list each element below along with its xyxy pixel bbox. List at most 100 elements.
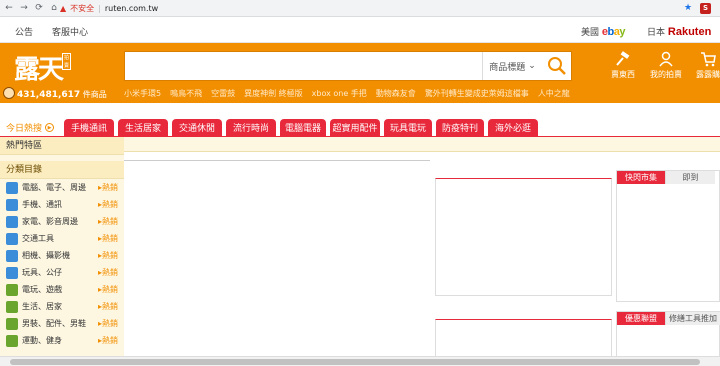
- hot-keyword[interactable]: 異度神劍 終極版: [244, 88, 303, 99]
- category-label: 電腦、電子、周邊: [22, 183, 86, 192]
- hot-keyword[interactable]: 鳴鳥不飛: [170, 88, 202, 99]
- tab-home[interactable]: 生活居家: [118, 119, 168, 136]
- flash-market-panel: [616, 170, 720, 302]
- hot-sale-link[interactable]: ▸熱銷: [98, 216, 118, 227]
- browser-toolbar: ← → ⟳ ⌂ ▲ 不安全 | ruten.com.tw ★ S: [0, 0, 720, 17]
- extension-icon[interactable]: S: [700, 3, 711, 14]
- rakuten-logo: Rakuten: [667, 26, 712, 38]
- hot-keyword[interactable]: 人中之龍: [538, 88, 570, 99]
- scrollbar-thumb[interactable]: [10, 359, 700, 365]
- hot-sale-label: 熱銷: [102, 302, 119, 311]
- category-sidebar: 熱門特區 分類目錄 電腦、電子、周邊 ▸熱銷 手機、通訊 ▸熱銷 家電、影音周邊 ▸熱銷交…: [0, 137, 124, 357]
- sidebar-category-item[interactable]: 家電、影音周邊 ▸熱銷: [0, 213, 124, 230]
- hot-sale-label: 熱銷: [102, 268, 119, 277]
- category-list: 電腦、電子、周邊 ▸熱銷 手機、通訊 ▸熱銷 家電、影音周邊 ▸熱銷 交通工具 ▸熱銷 相機、攝…: [0, 179, 124, 349]
- usa-label: 美國: [581, 28, 600, 38]
- my-auction-button[interactable]: 我的拍賣: [646, 51, 686, 80]
- forward-icon[interactable]: →: [18, 2, 30, 14]
- ebay-logo: ebay: [601, 26, 626, 38]
- arrival-tab[interactable]: 即到: [665, 171, 715, 184]
- category-icon: [6, 232, 18, 245]
- sidebar-category-item[interactable]: 手機、通訊 ▸熱銷: [0, 196, 124, 213]
- japan-label: 日本: [647, 28, 666, 38]
- tab-overseas[interactable]: 海外必逛: [488, 119, 538, 136]
- hot-sale-link[interactable]: ▸熱銷: [98, 284, 118, 295]
- category-label: 家電、影音周邊: [22, 217, 78, 226]
- category-label: 手機、通訊: [22, 200, 62, 209]
- sidebar-category-item[interactable]: 玩具、公仔 ▸熱銷: [0, 264, 124, 281]
- sidebar-category-item[interactable]: 生活、居家 ▸熱銷: [0, 298, 124, 315]
- sidebar-category-item[interactable]: 運動、健身 ▸熱銷: [0, 332, 124, 349]
- category-icon: [6, 300, 18, 313]
- search-icon: [548, 57, 566, 75]
- hot-sale-label: 熱銷: [102, 251, 119, 260]
- service-link[interactable]: 客服中心: [52, 25, 88, 38]
- reload-icon[interactable]: ⟳: [33, 2, 45, 14]
- tab-mobile[interactable]: 手機通訊: [64, 119, 114, 136]
- bookmark-star-icon[interactable]: ★: [684, 3, 692, 13]
- cart-label: 露露購: [696, 70, 720, 79]
- sell-button[interactable]: 賣東西: [603, 51, 643, 80]
- hot-sale-label: 熱銷: [102, 183, 119, 192]
- cart-button[interactable]: 露露購: [688, 51, 720, 80]
- search-input[interactable]: [125, 52, 480, 80]
- flash-market-tab[interactable]: 快閃市集: [617, 171, 665, 184]
- hot-keywords: 小米手環5 鳴鳥不飛 空雷鼓 異度神劍 終極版 xbox one 手把 動物森友…: [124, 88, 570, 99]
- today-hot[interactable]: 今日熱搜 ▶: [6, 121, 55, 134]
- tab-accessories[interactable]: 超實用配件: [330, 119, 380, 136]
- tab-epidemic[interactable]: 防疫特刊: [436, 119, 484, 136]
- divider: |: [98, 4, 101, 13]
- ebay-link[interactable]: 美國 ebay: [581, 25, 625, 38]
- sidebar-category-item[interactable]: 電玩、遊戲 ▸熱銷: [0, 281, 124, 298]
- utility-bar: 公告 客服中心 美國 ebay 日本 Rakuten: [0, 17, 720, 43]
- hot-keyword[interactable]: 動物森友會: [376, 88, 416, 99]
- sidebar-category-item[interactable]: 男裝、配件、男鞋 ▸熱銷: [0, 315, 124, 332]
- category-tabs: 今日熱搜 ▶ 手機通訊 生活居家 交通休閒 流行時尚 電腦電器 超實用配件 玩具…: [0, 118, 720, 137]
- hot-sale-link[interactable]: ▸熱銷: [98, 250, 118, 261]
- category-label: 玩具、公仔: [22, 268, 62, 277]
- horizontal-scrollbar[interactable]: [0, 356, 720, 366]
- hot-sale-link[interactable]: ▸熱銷: [98, 335, 118, 346]
- hot-sale-link[interactable]: ▸熱銷: [98, 301, 118, 312]
- tab-leisure[interactable]: 交通休閒: [172, 119, 222, 136]
- insecure-label: 不安全: [70, 4, 95, 13]
- category-label: 相機、攝影機: [22, 251, 70, 260]
- sidebar-category-item[interactable]: 交通工具 ▸熱銷: [0, 230, 124, 247]
- hot-keyword[interactable]: 小米手環5: [124, 88, 161, 99]
- category-icon: [6, 215, 18, 228]
- hot-sale-link[interactable]: ▸熱銷: [98, 267, 118, 278]
- sidebar-category-item[interactable]: 相機、攝影機 ▸熱銷: [0, 247, 124, 264]
- sell-label: 賣東西: [611, 70, 635, 79]
- hot-sale-link[interactable]: ▸熱銷: [98, 182, 118, 193]
- category-label: 電玩、遊戲: [22, 285, 62, 294]
- play-icon: ▶: [45, 123, 55, 132]
- back-icon[interactable]: ←: [3, 2, 15, 14]
- home-icon[interactable]: ⌂: [48, 2, 60, 14]
- hot-zone-heading[interactable]: 熱門特區: [0, 137, 124, 155]
- category-icon: [6, 283, 18, 296]
- hot-keyword[interactable]: xbox one 手把: [312, 88, 367, 99]
- hot-sale-label: 熱銷: [102, 234, 119, 243]
- site-header: 露天 拍賣 431,481,617 件商品 商品標題 ⌄ 小米手環5 鳴鳥不飛 …: [0, 43, 720, 103]
- tab-games[interactable]: 玩具電玩: [384, 119, 432, 136]
- search-category-select[interactable]: 商品標題 ⌄: [482, 52, 542, 80]
- hot-keyword[interactable]: 驚外刊轉生變成史萊姆這檔事: [425, 88, 529, 99]
- hot-sale-link[interactable]: ▸熱銷: [98, 318, 118, 329]
- category-heading: 分類目錄: [0, 161, 124, 179]
- site-logo[interactable]: 露天: [14, 49, 64, 86]
- search-box: 商品標題 ⌄: [124, 51, 572, 81]
- hot-sale-label: 熱銷: [102, 319, 119, 328]
- sidebar-category-item[interactable]: 電腦、電子、周邊 ▸熱銷: [0, 179, 124, 196]
- hot-keyword[interactable]: 空雷鼓: [211, 88, 235, 99]
- hot-sale-link[interactable]: ▸熱銷: [98, 199, 118, 210]
- announce-link[interactable]: 公告: [15, 25, 33, 38]
- tools-tab[interactable]: 修繕工具推加: [665, 312, 720, 325]
- address-bar[interactable]: ▲ 不安全 | ruten.com.tw: [60, 2, 700, 15]
- rakuten-link[interactable]: 日本 Rakuten: [647, 25, 711, 38]
- hot-sale-label: 熱銷: [102, 336, 119, 345]
- alliance-tab[interactable]: 優惠聯盟: [617, 312, 665, 325]
- search-button[interactable]: [543, 52, 571, 80]
- hot-sale-link[interactable]: ▸熱銷: [98, 233, 118, 244]
- tab-computer[interactable]: 電腦電器: [280, 119, 326, 136]
- tab-fashion[interactable]: 流行時尚: [226, 119, 276, 136]
